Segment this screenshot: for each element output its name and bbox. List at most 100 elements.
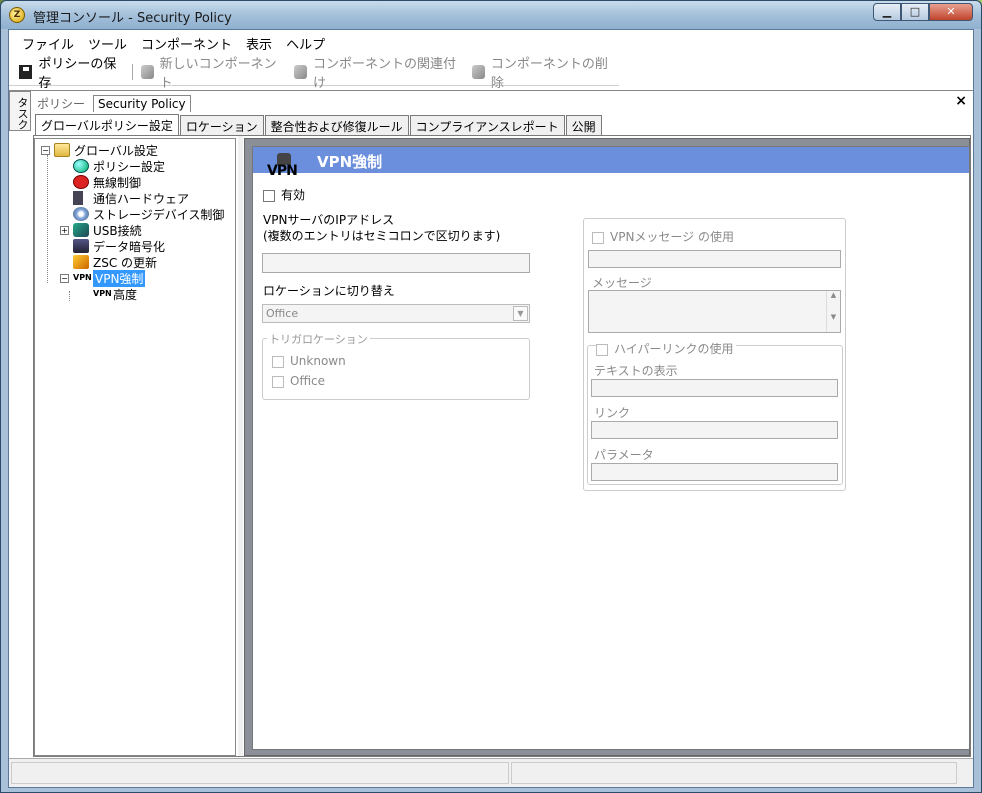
wireless-icon [73, 175, 89, 189]
associate-component-button[interactable]: コンポーネントの関連付け [288, 53, 466, 91]
vpn-message-use-label: VPNメッセージ の使用 [610, 230, 734, 244]
gears-icon [471, 64, 485, 79]
tree-label: グローバル設定 [74, 143, 158, 158]
tree-item-policy-settings[interactable]: ポリシー設定 [73, 158, 165, 174]
vpn-message-use-checkbox[interactable] [592, 231, 604, 244]
tree-item-data-encryption[interactable]: データ暗号化 [73, 238, 165, 254]
title-bar[interactable]: Z 管理コンソール - Security Policy ▁ □ ✕ [1, 1, 981, 29]
close-document-button[interactable]: × [955, 93, 967, 109]
vpn-message-use-row[interactable]: VPNメッセージ の使用 [592, 228, 734, 245]
tree-label: 無線制御 [93, 175, 142, 190]
toolbar-separator [131, 63, 133, 80]
tree-label: 高度 [113, 287, 138, 302]
app-icon: Z [9, 7, 25, 23]
hyperlink-use-row[interactable]: ハイパーリンクの使用 [596, 340, 736, 357]
enabled-label: 有効 [281, 188, 306, 202]
menu-view[interactable]: 表示 [239, 34, 279, 53]
tab-content: − グローバル設定 ポリシー設定 無線制御 通信ハードウェア ストレージデバイス… [33, 135, 971, 757]
tab-publish[interactable]: 公開 [565, 115, 602, 135]
new-component-button[interactable]: 新しいコンポーネント [135, 53, 288, 91]
collapse-icon[interactable]: − [60, 273, 69, 283]
parameters-label: パラメータ [594, 448, 654, 462]
vpn-icon: VPN [93, 289, 112, 298]
display-text-label: テキストの表示 [594, 364, 678, 378]
message-label: メッセージ [592, 276, 652, 290]
toolbar: ポリシーの保存 新しいコンポーネント コンポーネントの関連付け コンポーネントの… [9, 57, 619, 91]
settings-tree: − グローバル設定 ポリシー設定 無線制御 通信ハードウェア ストレージデバイス… [34, 138, 236, 756]
hyperlink-use-checkbox[interactable] [596, 343, 608, 356]
switch-location-select[interactable]: Office ▼ [262, 304, 530, 323]
menu-file[interactable]: ファイル [15, 34, 81, 53]
delete-component-button[interactable]: コンポーネントの削除 [466, 53, 619, 91]
document-tab-security-policy[interactable]: Security Policy [93, 94, 191, 112]
tab-compliance-report[interactable]: コンプライアンスレポート [409, 115, 565, 135]
vpn-enforcement-panel: VPN VPN強制 有効 VPNサーバのIPアドレス (複数のエントリはセミコロ… [252, 146, 970, 750]
vpn-server-ip-input[interactable] [262, 253, 530, 273]
trigger-unknown-checkbox[interactable] [272, 355, 284, 368]
minimize-button[interactable]: ▁ [873, 3, 901, 21]
window-title: 管理コンソール - Security Policy [33, 11, 232, 26]
switch-location-value: Office [266, 307, 299, 320]
tree-item-advanced[interactable]: VPN 高度 [93, 286, 137, 302]
splitter[interactable] [238, 136, 243, 756]
message-textarea[interactable]: ▲ ▼ [588, 290, 841, 333]
tree-label: USB接続 [93, 223, 142, 238]
trigger-location-title: トリガロケーション [267, 331, 370, 347]
enabled-checkbox[interactable] [263, 189, 275, 202]
tree-label: ストレージデバイス制御 [93, 207, 225, 222]
tree-label: ポリシー設定 [93, 159, 166, 174]
trigger-unknown-label: Unknown [290, 354, 346, 368]
globe-icon [73, 159, 89, 173]
message-scrollbar[interactable]: ▲ ▼ [826, 291, 840, 332]
expand-icon[interactable]: + [60, 225, 69, 235]
trigger-office-row[interactable]: Office [272, 374, 325, 388]
menu-help[interactable]: ヘルプ [279, 34, 332, 53]
panel-header: VPN VPN強制 [253, 147, 969, 179]
tree-item-usb[interactable]: + USB接続 [60, 222, 142, 238]
display-text-input[interactable] [591, 379, 838, 397]
vpn-message-title-input[interactable] [588, 250, 841, 268]
tree-label: データ暗号化 [93, 239, 166, 254]
ip-label-2: (複数のエントリはセミコロンで区切ります) [263, 229, 501, 243]
tab-locations[interactable]: ロケーション [179, 115, 264, 135]
parameters-input[interactable] [591, 463, 838, 481]
tab-global-policy[interactable]: グローバルポリシー設定 [35, 114, 179, 135]
scroll-down-icon[interactable]: ▼ [827, 313, 840, 321]
tree-label: 通信ハードウェア [93, 191, 190, 206]
trigger-unknown-row[interactable]: Unknown [272, 354, 346, 368]
trigger-office-checkbox[interactable] [272, 375, 284, 388]
status-bar [9, 758, 973, 787]
vpn-icon: VPN [73, 273, 92, 282]
maximize-button[interactable]: □ [901, 3, 929, 21]
tree-item-wireless-control[interactable]: 無線制御 [73, 174, 141, 190]
menu-component[interactable]: コンポーネント [134, 34, 239, 53]
ip-label-1: VPNサーバのIPアドレス [263, 213, 395, 227]
vpn-message-group: VPNメッセージ の使用 メッセージ ▲ ▼ ハイパーリンクの使用 テキストの表… [583, 218, 846, 491]
link-input[interactable] [591, 421, 838, 439]
tree-item-global-settings[interactable]: − グローバル設定 [41, 142, 158, 158]
collapse-icon[interactable]: − [41, 145, 50, 155]
task-side-tab[interactable]: タスク [9, 91, 31, 131]
status-pane-main [11, 762, 509, 784]
tree-item-comm-hardware[interactable]: 通信ハードウェア [73, 190, 189, 206]
work-area: タスク ポリシー Security Policy × グローバルポリシー設定 ロ… [9, 90, 973, 757]
vpn-form: 有効 VPNサーバのIPアドレス (複数のエントリはセミコロンで区切ります) ロ… [253, 173, 969, 749]
tree-item-vpn-enforcement[interactable]: − VPN VPN強制 [60, 269, 146, 287]
gears-icon [293, 64, 307, 79]
panel-title: VPN強制 [317, 153, 383, 171]
tree-item-storage-control[interactable]: ストレージデバイス制御 [73, 206, 224, 222]
enabled-checkbox-row[interactable]: 有効 [263, 186, 305, 203]
link-label: リンク [594, 406, 631, 420]
scroll-up-icon[interactable]: ▲ [827, 291, 840, 299]
tab-integrity-rules[interactable]: 整合性および修復ルール [264, 115, 409, 135]
close-button[interactable]: ✕ [929, 3, 973, 21]
save-policy-label: ポリシーの保存 [38, 56, 117, 91]
trigger-location-group: トリガロケーション Unknown Office [262, 331, 530, 400]
menu-tools[interactable]: ツール [81, 34, 134, 53]
delete-component-label: コンポーネントの削除 [490, 56, 608, 91]
update-icon [73, 255, 89, 269]
tree-item-zsc-update[interactable]: ZSC の更新 [73, 254, 157, 270]
save-policy-button[interactable]: ポリシーの保存 [13, 53, 130, 91]
folder-icon [54, 143, 70, 157]
status-pane-secondary [511, 762, 957, 784]
